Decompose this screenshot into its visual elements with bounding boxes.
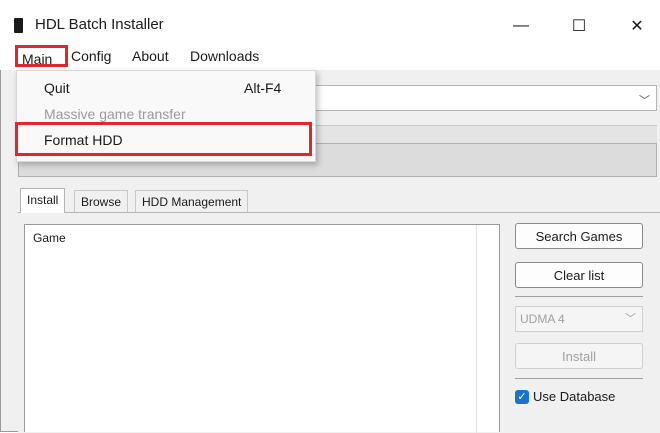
menu-item-massive-game-transfer: Massive game transfer (44, 106, 186, 122)
game-column-header[interactable]: Game (33, 231, 66, 245)
tab-browse[interactable]: Browse (74, 190, 129, 212)
window-title: HDL Batch Installer (35, 16, 164, 33)
separator (515, 378, 643, 379)
udma-mode-value: UDMA 4 (520, 312, 565, 326)
close-button[interactable]: ✕ (614, 8, 660, 44)
quit-shortcut: Alt-F4 (244, 80, 282, 96)
app-icon (14, 18, 23, 33)
menu-main[interactable]: Main (15, 45, 68, 67)
separator (515, 296, 643, 297)
column-separator (476, 225, 477, 433)
tab-hdd-management[interactable]: HDD Management (135, 190, 249, 212)
minimize-button[interactable]: — (498, 8, 544, 44)
chevron-down-icon: ﹀ (625, 313, 636, 325)
screen-top-strip (0, 0, 660, 8)
udma-mode-select[interactable]: UDMA 4 ﹀ (515, 306, 643, 332)
menu-about[interactable]: About (128, 48, 173, 64)
clear-list-button[interactable]: Clear list (515, 262, 643, 288)
device-combo[interactable]: ﹀ (295, 85, 657, 111)
game-list[interactable]: Game (24, 224, 500, 433)
use-database-checkbox[interactable]: ✓ (515, 390, 529, 404)
menu-config[interactable]: Config (67, 48, 115, 64)
menu-downloads[interactable]: Downloads (186, 48, 263, 64)
use-database-label[interactable]: Use Database (533, 389, 615, 404)
install-button[interactable]: Install (515, 343, 643, 369)
format-hdd-highlight-box (15, 122, 312, 156)
chevron-down-icon: ﹀ (639, 95, 650, 107)
menu-item-quit[interactable]: Quit (44, 80, 70, 96)
check-icon: ✓ (517, 391, 527, 403)
search-games-button[interactable]: Search Games (515, 223, 643, 249)
tab-install[interactable]: Install (20, 188, 66, 213)
maximize-button[interactable]: ☐ (556, 8, 602, 44)
